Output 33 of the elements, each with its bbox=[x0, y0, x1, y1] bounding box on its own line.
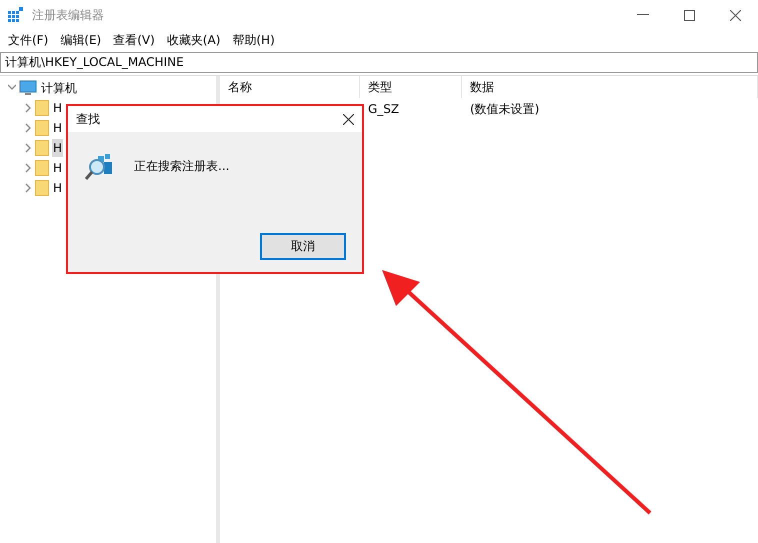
tree-item[interactable]: H bbox=[52, 119, 64, 137]
tree-item[interactable]: H bbox=[52, 99, 64, 117]
address-field[interactable]: 计算机\HKEY_LOCAL_MACHINE bbox=[0, 52, 758, 73]
tree-item[interactable]: H bbox=[52, 179, 64, 197]
folder-icon bbox=[35, 120, 49, 136]
close-icon[interactable] bbox=[730, 10, 740, 20]
menu-item[interactable]: 帮助(H) bbox=[232, 32, 275, 48]
cancel-button[interactable]: 取消 bbox=[260, 233, 346, 260]
column-header[interactable]: 类型 bbox=[360, 76, 462, 98]
minimize-icon[interactable] bbox=[637, 14, 649, 16]
tree-item[interactable]: H bbox=[52, 139, 64, 157]
table-cell-text: (数值未设置) bbox=[469, 100, 540, 118]
maximize-icon[interactable] bbox=[684, 10, 694, 20]
dialog-title: 查找 bbox=[76, 110, 100, 128]
close-button[interactable] bbox=[343, 114, 354, 124]
column-header[interactable]: 数据 bbox=[462, 76, 758, 98]
menu-item[interactable]: 编辑(E) bbox=[60, 32, 102, 48]
menu-item[interactable]: 查看(V) bbox=[113, 32, 155, 48]
chevron-icon[interactable] bbox=[8, 82, 16, 92]
folder-icon bbox=[35, 100, 49, 116]
folder-icon bbox=[35, 160, 49, 176]
tree-item[interactable]: H bbox=[52, 159, 64, 177]
computer-icon bbox=[19, 80, 37, 96]
column-header[interactable]: 名称 bbox=[220, 76, 360, 98]
menu-item[interactable]: 文件(F) bbox=[8, 32, 48, 48]
tree-item[interactable]: 计算机 bbox=[40, 78, 78, 98]
folder-icon bbox=[35, 140, 49, 156]
menu-item[interactable]: 收藏夹(A) bbox=[166, 32, 220, 48]
window-title: 注册表编辑器 bbox=[32, 6, 104, 24]
registry-editor-icon bbox=[8, 7, 24, 23]
status-message: 正在搜索注册表... bbox=[134, 158, 230, 174]
table-cell-text: G_SZ bbox=[367, 101, 400, 118]
folder-icon bbox=[35, 180, 49, 196]
